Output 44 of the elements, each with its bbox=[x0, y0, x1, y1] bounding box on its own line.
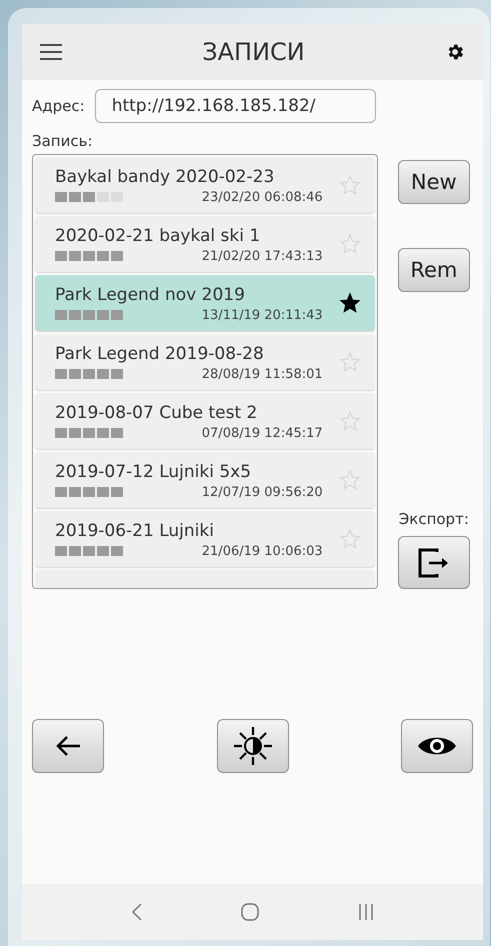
record-name: 2019-08-07 Cube test 2 bbox=[55, 402, 258, 424]
new-button[interactable]: New bbox=[398, 160, 470, 204]
outline-star-icon[interactable] bbox=[338, 233, 361, 255]
record-item[interactable]: 2019-07-12 Lujniki 5x5 12/07/19 09:56:20 bbox=[35, 452, 375, 508]
record-item[interactable]: Baykal bandy 2020-02-23 23/02/20 06:08:46 bbox=[35, 157, 375, 213]
address-label: Адрес: bbox=[32, 97, 85, 115]
outline-star-icon[interactable] bbox=[338, 351, 361, 373]
recents-nav-icon[interactable] bbox=[358, 903, 374, 921]
record-name: Park Legend nov 2019 bbox=[55, 284, 246, 306]
record-item[interactable]: Park Legend 2019-08-28 28/08/19 11:58:01 bbox=[35, 334, 375, 390]
record-date: 23/02/20 06:08:46 bbox=[202, 190, 323, 204]
record-date: 13/11/19 20:11:43 bbox=[202, 308, 323, 322]
record-name: 2020-02-21 baykal ski 1 bbox=[55, 224, 262, 246]
screen-title: ЗАПИСИ bbox=[202, 38, 305, 66]
record-item[interactable]: 2019-06-21 Lujniki 21/06/19 10:06:03 bbox=[35, 511, 375, 567]
record-name: 2019-06-21 Lujniki bbox=[55, 520, 215, 542]
export-label: Экспорт: bbox=[398, 510, 469, 528]
records-label: Запись: bbox=[32, 132, 94, 150]
export-button[interactable] bbox=[398, 536, 470, 589]
record-date: 21/02/20 17:43:13 bbox=[202, 248, 323, 264]
address-field[interactable]: http://192.168.185.182/ bbox=[94, 89, 376, 123]
outline-star-icon[interactable] bbox=[338, 528, 361, 550]
brightness-button[interactable] bbox=[216, 719, 288, 773]
remove-button[interactable]: Rem bbox=[398, 248, 470, 292]
view-button[interactable] bbox=[401, 719, 473, 773]
record-item[interactable]: Park Legend nov 2019 13/11/19 20:11:43 bbox=[35, 275, 375, 331]
home-nav-icon[interactable] bbox=[240, 902, 260, 922]
outline-star-icon[interactable] bbox=[338, 174, 361, 196]
record-item[interactable]: 2019-08-07 Cube test 2 07/08/19 12:45:17 bbox=[35, 393, 375, 449]
record-date: 28/08/19 11:58:01 bbox=[202, 366, 323, 382]
outline-star-icon[interactable] bbox=[338, 469, 361, 491]
menu-icon[interactable] bbox=[40, 44, 62, 60]
filled-star-icon[interactable] bbox=[338, 292, 361, 314]
record-name: Park Legend 2019-08-28 bbox=[55, 342, 265, 364]
back-nav-icon[interactable] bbox=[130, 902, 143, 922]
record-date: 12/07/19 09:56:20 bbox=[202, 484, 323, 500]
record-date: 21/06/19 10:06:03 bbox=[202, 544, 323, 558]
record-item[interactable]: 2020-02-21 baykal ski 1 21/02/20 17:43:13 bbox=[35, 216, 375, 272]
back-arrow-icon bbox=[54, 734, 82, 758]
record-name: Baykal bandy 2020-02-23 bbox=[55, 166, 276, 188]
outline-star-icon[interactable] bbox=[338, 410, 361, 432]
record-name: 2019-07-12 Lujniki 5x5 bbox=[55, 460, 252, 482]
record-date: 07/08/19 12:45:17 bbox=[202, 426, 323, 440]
back-button[interactable] bbox=[32, 719, 104, 773]
